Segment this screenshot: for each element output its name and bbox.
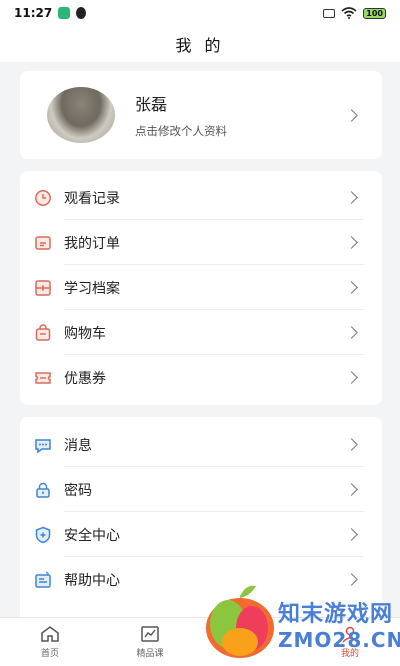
menu-label: 消息	[64, 437, 92, 454]
profile-card[interactable]: 张磊 点击修改个人资料	[20, 71, 382, 159]
order-icon	[33, 233, 53, 253]
chevron-right-icon	[345, 281, 358, 294]
app-notification-icon	[58, 7, 71, 19]
menu-group-orders: 观看记录 我的订单 学习档案 购物车 优惠券	[20, 171, 382, 405]
watermark-logo	[206, 585, 274, 658]
chevron-right-icon	[345, 371, 358, 384]
page-title: 我 的	[0, 26, 400, 62]
coupon-icon	[33, 368, 53, 388]
status-time: 11:27	[14, 6, 53, 20]
chevron-right-icon	[345, 326, 358, 339]
message-icon	[33, 435, 53, 455]
menu-label: 我的订单	[64, 235, 120, 252]
chevron-right-icon	[345, 236, 358, 249]
tab-label: 精品课	[136, 649, 164, 659]
menu-label: 购物车	[64, 325, 106, 342]
menu-label: 密码	[64, 482, 92, 499]
menu-label: 学习档案	[64, 280, 120, 297]
menu-label: 优惠券	[64, 370, 106, 387]
edit-profile-hint: 点击修改个人资料	[135, 124, 227, 138]
menu-item-watch-history[interactable]: 观看记录	[20, 175, 382, 220]
archive-icon	[33, 278, 53, 298]
status-right: 100	[323, 7, 386, 19]
status-left: 11:27	[14, 6, 87, 20]
chevron-right-icon	[345, 528, 358, 541]
watermark-text: 知末游戏网	[278, 602, 394, 627]
chevron-right-icon	[345, 191, 358, 204]
help-icon	[33, 570, 53, 590]
avatar[interactable]	[47, 87, 115, 143]
wifi-icon	[341, 7, 357, 19]
menu-label: 观看记录	[64, 190, 120, 207]
qq-notification-icon	[76, 7, 87, 19]
chevron-right-icon	[345, 483, 358, 496]
status-bar: 11:27 100	[0, 0, 400, 26]
shield-icon	[33, 525, 53, 545]
menu-item-learning-archive[interactable]: 学习档案	[20, 265, 382, 310]
watermark-domain: ZMO28.CN	[278, 628, 400, 652]
menu-item-coupons[interactable]: 优惠券	[20, 355, 382, 400]
home-icon	[41, 626, 59, 642]
watermark: 知末游戏网 ZMO28.CN	[200, 576, 400, 666]
menu-item-cart[interactable]: 购物车	[20, 310, 382, 355]
menu-item-password[interactable]: 密码	[20, 467, 382, 512]
tab-label: 首页	[40, 649, 59, 659]
cart-icon	[33, 323, 53, 343]
lock-icon	[33, 480, 53, 500]
tab-home[interactable]: 首页	[0, 618, 100, 666]
menu-item-security-center[interactable]: 安全中心	[20, 512, 382, 557]
profile-name: 张磊	[135, 95, 168, 114]
battery-indicator: 100	[363, 7, 386, 19]
tab-courses[interactable]: 精品课	[100, 618, 200, 666]
sim-icon	[323, 8, 336, 18]
profile-text: 张磊 点击修改个人资料	[135, 91, 347, 139]
clock-icon	[33, 188, 53, 208]
chevron-right-icon	[345, 108, 358, 122]
menu-item-messages[interactable]: 消息	[20, 422, 382, 467]
menu-item-my-orders[interactable]: 我的订单	[20, 220, 382, 265]
menu-label: 安全中心	[64, 527, 120, 544]
chart-icon	[141, 626, 159, 642]
chevron-right-icon	[345, 438, 358, 451]
